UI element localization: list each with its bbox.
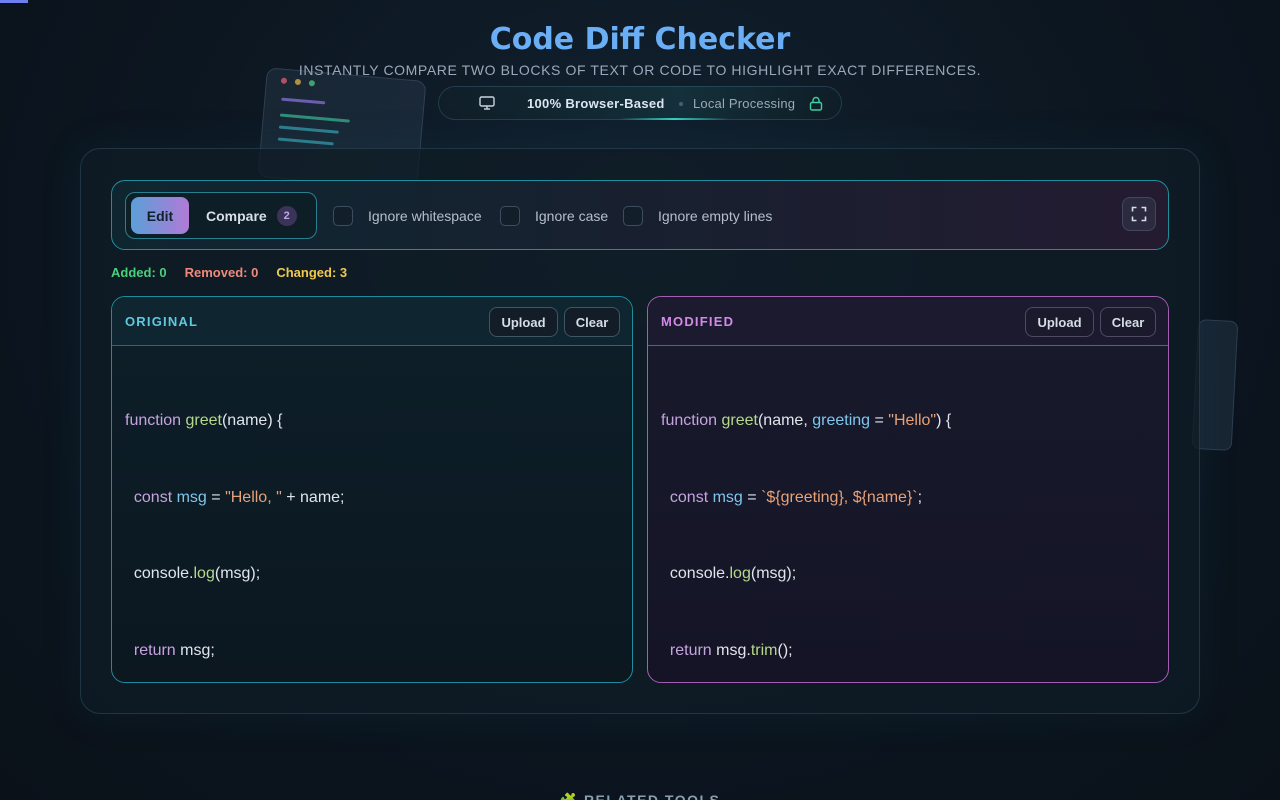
tab-compare[interactable]: Compare 2 <box>198 197 312 234</box>
original-clear-button[interactable]: Clear <box>564 307 620 337</box>
modified-panel-header: MODIFIED Upload Clear <box>648 297 1168 346</box>
diff-toolbar: Edit Compare 2 Ignore whitespace Ignore … <box>111 180 1169 250</box>
ignore-whitespace-checkbox[interactable] <box>333 206 353 226</box>
related-tools-heading: 🧩 RELATED TOOLS <box>559 792 721 800</box>
tab-edit[interactable]: Edit <box>131 197 189 234</box>
tab-compare-label: Compare <box>206 207 267 224</box>
mode-switch: Edit Compare 2 <box>125 192 317 239</box>
code-line: return msg; <box>133 641 215 659</box>
modified-panel: MODIFIED Upload Clear function greet(nam… <box>647 296 1169 683</box>
changed-count: Changed: 3 <box>276 265 348 280</box>
original-panel: ORIGINAL Upload Clear function greet(nam… <box>111 296 633 683</box>
added-count: Added: 0 <box>111 265 167 280</box>
modified-clear-button[interactable]: Clear <box>1100 307 1156 337</box>
monitor-icon <box>479 96 495 110</box>
fullscreen-icon <box>1131 206 1147 222</box>
diff-stats: Added: 0 Removed: 0 Changed: 3 <box>111 265 347 283</box>
original-panel-header: ORIGINAL Upload Clear <box>112 297 632 346</box>
original-label: ORIGINAL <box>125 314 199 329</box>
fullscreen-button[interactable] <box>1122 197 1156 231</box>
privacy-pill: 100% Browser-Based Local Processing <box>438 86 842 120</box>
pill-separator <box>679 102 683 106</box>
pill-secondary-text: Local Processing <box>693 96 796 111</box>
modified-label: MODIFIED <box>661 314 735 329</box>
code-line: return msg.trim(); <box>669 641 793 659</box>
lock-icon <box>809 96 823 111</box>
code-line: const msg = `${greeting}, ${name}`; <box>669 488 923 506</box>
pill-primary-text: 100% Browser-Based <box>527 96 665 111</box>
removed-count: Removed: 0 <box>184 265 259 280</box>
ignore-empty-lines-option[interactable]: Ignore empty lines <box>623 205 772 227</box>
page-subtitle: INSTANTLY COMPARE TWO BLOCKS OF TEXT OR … <box>298 62 982 78</box>
ignore-empty-lines-label: Ignore empty lines <box>658 208 773 224</box>
code-line: console.log(msg); <box>669 565 797 582</box>
page-title: Code Diff Checker <box>489 22 791 57</box>
ignore-case-label: Ignore case <box>535 208 609 224</box>
ignore-case-checkbox[interactable] <box>500 206 520 226</box>
ignore-empty-lines-checkbox[interactable] <box>623 206 643 226</box>
modified-upload-button[interactable]: Upload <box>1025 307 1094 337</box>
pill-glow <box>619 118 729 120</box>
ignore-whitespace-label: Ignore whitespace <box>368 208 482 224</box>
code-line: const msg = "Hello, " + name; <box>133 488 345 506</box>
top-accent-bar <box>0 0 28 3</box>
code-line: function greet(name, greeting = "Hello")… <box>661 412 952 429</box>
original-upload-button[interactable]: Upload <box>489 307 558 337</box>
compare-count-badge: 2 <box>276 205 297 226</box>
ignore-case-option[interactable]: Ignore case <box>500 205 608 227</box>
modified-code-editor[interactable]: function greet(name, greeting = "Hello")… <box>661 357 1158 682</box>
code-line: console.log(msg); <box>133 565 261 582</box>
code-line: function greet(name) { <box>125 412 283 429</box>
ignore-whitespace-option[interactable]: Ignore whitespace <box>333 205 482 227</box>
original-code-editor[interactable]: function greet(name) { const msg = "Hell… <box>125 357 622 682</box>
